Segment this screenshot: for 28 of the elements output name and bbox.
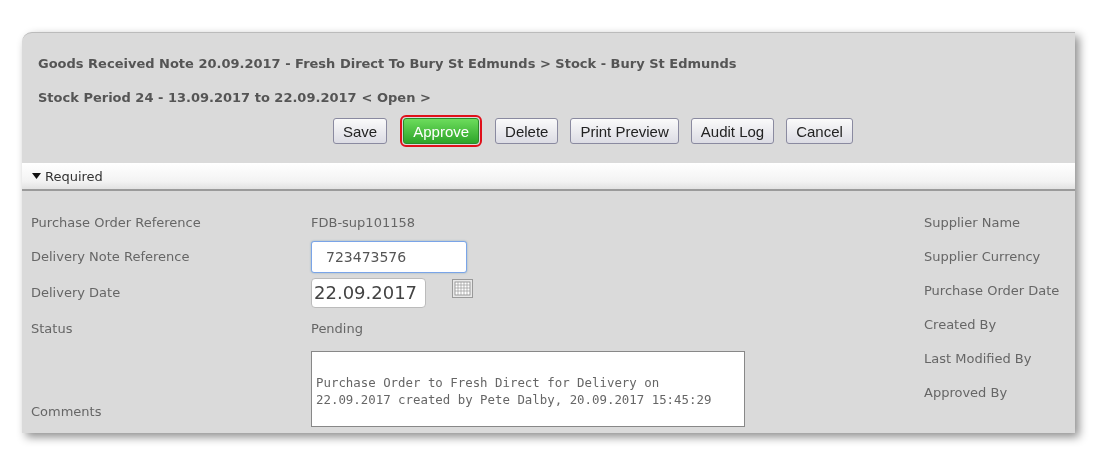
field-value: Pending xyxy=(311,320,363,336)
input-field[interactable]: 723473576 xyxy=(311,240,467,273)
caret-icon xyxy=(32,173,41,179)
section-title: Required xyxy=(45,168,103,184)
page-title: Goods Received Note 20.09.2017 - Fresh Direct To Bury St Edmunds > Stock - Bury St Edmunds xyxy=(38,55,738,73)
comments-field[interactable]: Purchase Order to Fresh Direct for Delivery on 22.09.2017 created by Pete Dalby, 20.09.2017 15:45:29 xyxy=(311,351,745,427)
field-label: Last Modified By xyxy=(924,349,1033,368)
field-label: Comments xyxy=(31,403,103,421)
field-label: Purchase Order Date xyxy=(924,281,1060,300)
action-button[interactable]: Print Preview xyxy=(570,118,679,144)
field-label: Purchase Order Reference xyxy=(31,213,202,232)
action-button[interactable]: Delete xyxy=(495,118,559,144)
date-field[interactable]: 22.09.2017 xyxy=(311,277,426,308)
action-button[interactable]: Save xyxy=(333,118,388,144)
field-label: Delivery Date xyxy=(31,284,122,302)
period-status: < Open > xyxy=(361,89,431,107)
field-label: Status xyxy=(31,319,74,338)
field-value: FDB-sup101158 xyxy=(311,214,415,230)
field-label: Delivery Note Reference xyxy=(31,248,191,266)
calendar-icon[interactable] xyxy=(452,279,473,298)
field-label: Created By xyxy=(924,315,998,334)
section-header[interactable]: Required xyxy=(22,163,1075,191)
action-button[interactable]: Cancel xyxy=(786,118,853,144)
action-button[interactable]: Audit Log xyxy=(690,118,775,144)
field-label: Approved By xyxy=(924,383,1009,402)
field-label: Supplier Name xyxy=(924,213,1022,232)
stock-period: Stock Period 24 - 13.09.2017 to 22.09.2017 xyxy=(38,89,357,107)
field-label: Supplier Currency xyxy=(924,247,1042,266)
